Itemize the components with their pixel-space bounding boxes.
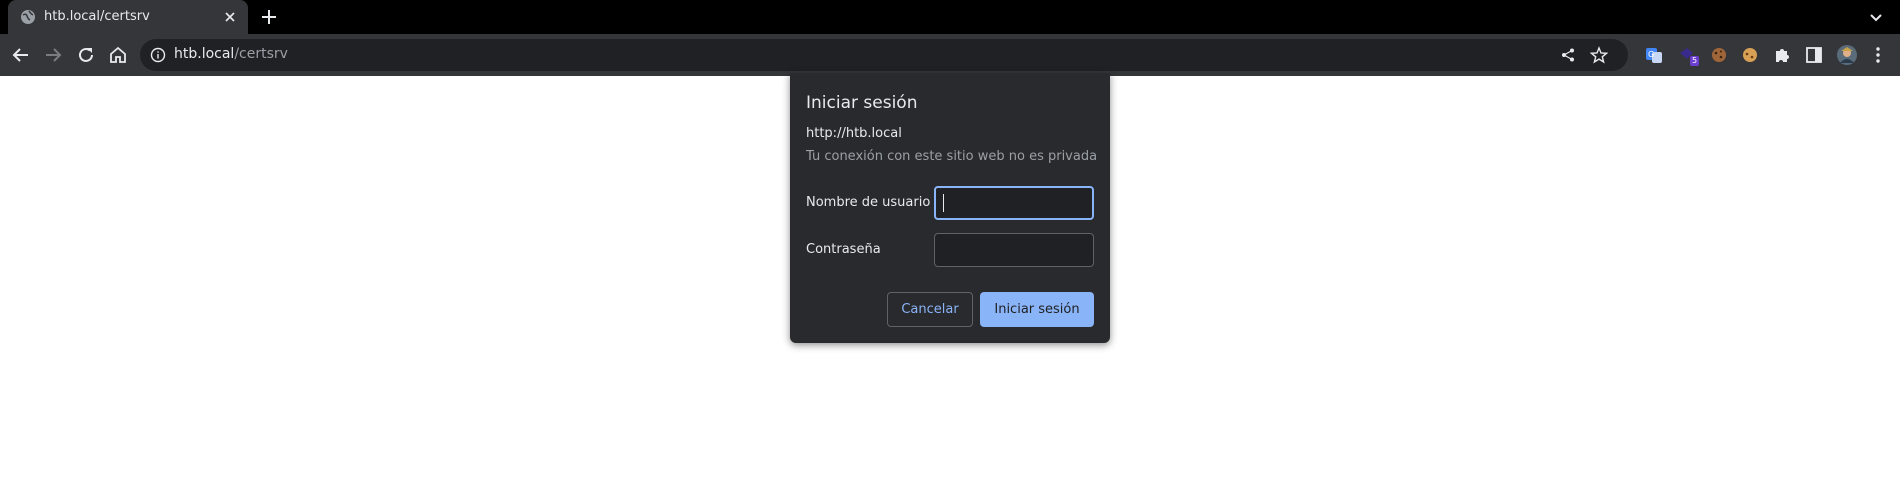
home-icon[interactable] — [107, 44, 129, 66]
tab-strip: htb.local/certsrv — [0, 0, 1900, 34]
reload-icon[interactable] — [75, 44, 97, 66]
url-host: htb.local — [174, 46, 235, 62]
dialog-title: Iniciar sesión — [806, 93, 918, 113]
browser-toolbar: htb.local/certsrv G 5 — [0, 34, 1900, 76]
forward-arrow-icon[interactable] — [42, 44, 64, 66]
password-input[interactable] — [934, 233, 1094, 267]
cookie-extension-icon[interactable] — [1709, 45, 1729, 65]
address-url[interactable]: htb.local/certsrv — [174, 46, 288, 62]
cookie-editor-extension-icon[interactable] — [1740, 45, 1760, 65]
menu-kebab-icon[interactable] — [1868, 45, 1888, 65]
profile-avatar-icon[interactable] — [1836, 44, 1858, 66]
sign-in-dialog: Iniciar sesión http://htb.local Tu conex… — [790, 73, 1110, 343]
close-tab-icon[interactable] — [222, 9, 238, 25]
svg-text:G: G — [1648, 50, 1654, 59]
tab-title: htb.local/certsrv — [44, 9, 150, 24]
password-label: Contraseña — [806, 242, 881, 257]
new-tab-plus-icon[interactable] — [260, 8, 278, 26]
tab-search-chevron-icon[interactable] — [1868, 9, 1884, 25]
browser-tab[interactable]: htb.local/certsrv — [8, 0, 248, 34]
extensions-puzzle-icon[interactable] — [1772, 45, 1792, 65]
username-input[interactable] — [934, 186, 1094, 220]
back-arrow-icon[interactable] — [10, 44, 32, 66]
url-path: /certsrv — [234, 46, 288, 62]
bookmark-star-icon[interactable] — [1590, 46, 1608, 64]
globe-icon — [21, 10, 35, 24]
username-label: Nombre de usuario — [806, 195, 931, 210]
text-caret — [943, 194, 944, 212]
connection-warning: Tu conexión con este sitio web no es pri… — [806, 149, 1098, 164]
address-bar[interactable]: htb.local/certsrv — [140, 39, 1628, 71]
translate-extension-icon[interactable]: G — [1644, 45, 1664, 65]
extension-badge-icon[interactable]: 5 — [1677, 45, 1700, 66]
site-info-icon[interactable] — [150, 47, 166, 63]
share-icon[interactable] — [1560, 47, 1576, 63]
extension-badge-count: 5 — [1690, 56, 1700, 66]
side-panel-icon[interactable] — [1804, 45, 1824, 65]
dialog-origin: http://htb.local — [806, 126, 902, 141]
cancel-button[interactable]: Cancelar — [887, 292, 973, 327]
sign-in-button[interactable]: Iniciar sesión — [980, 292, 1094, 327]
